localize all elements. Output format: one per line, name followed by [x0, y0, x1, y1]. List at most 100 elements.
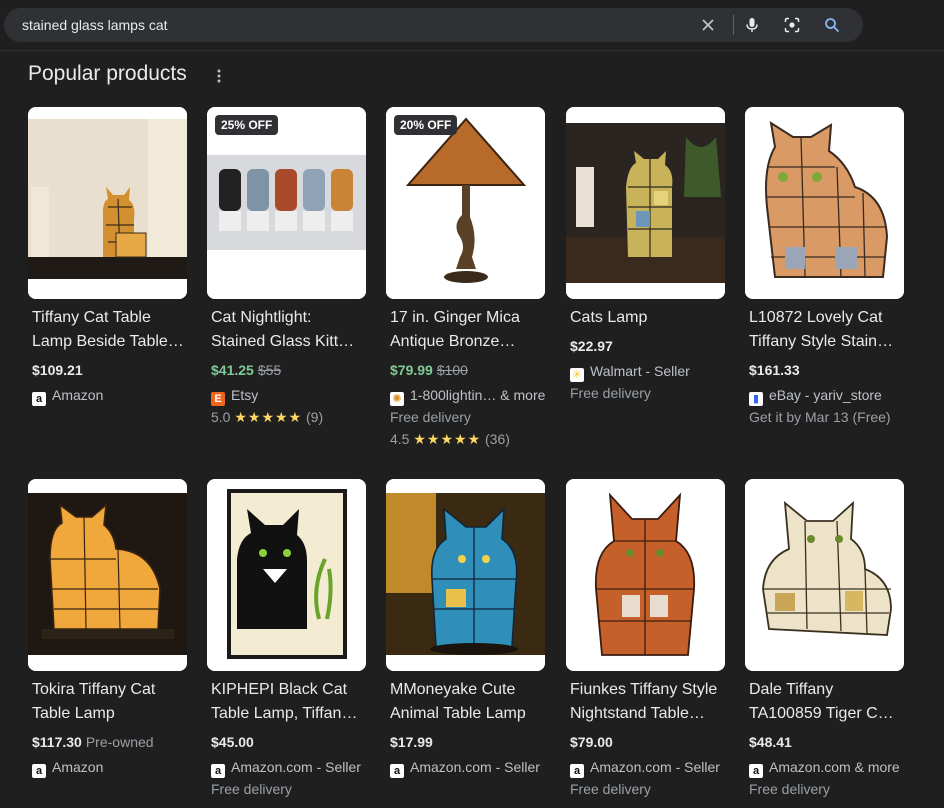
product-title[interactable]: KIPHEPI Black Cat Table Lamp, Tiffan…	[211, 678, 363, 726]
star-rating-icon: ★★★★★	[234, 409, 303, 425]
title-line: Dale Tiffany	[749, 681, 834, 698]
title-line: Tiffany Style Stain…	[749, 333, 894, 350]
price-line: $45.00	[211, 734, 254, 750]
etsy-icon: E	[211, 392, 225, 406]
price: $161.33	[749, 362, 800, 378]
title-line: Cat Nightlight:	[211, 309, 312, 326]
seller-line[interactable]: a Amazon	[32, 759, 103, 778]
seller-name: Amazon.com - Seller	[590, 759, 720, 775]
title-line: Lamp Beside Table…	[32, 333, 184, 350]
title-line: Fiunkes Tiffany Style	[570, 681, 718, 698]
seller-line[interactable]: ▮ eBay - yariv_store	[749, 387, 882, 406]
product-title[interactable]: 17 in. Ginger Mica Antique Bronze…	[390, 306, 542, 354]
seller-name: Amazon.com - Seller	[410, 759, 540, 775]
product-image[interactable]	[28, 479, 187, 671]
product-image[interactable]	[745, 479, 904, 671]
price-line: $161.33	[749, 362, 800, 378]
search-divider	[733, 15, 734, 35]
title-line: Cats Lamp	[570, 309, 648, 326]
product-image[interactable]	[745, 107, 904, 299]
price-line: $17.99	[390, 734, 433, 750]
amazon-icon: a	[32, 764, 46, 778]
original-price: $100	[436, 362, 468, 378]
title-line: 17 in. Ginger Mica	[390, 309, 520, 326]
product-title[interactable]: Tiffany Cat Table Lamp Beside Table…	[32, 306, 184, 354]
ebay-icon: ▮	[749, 392, 763, 406]
price: $79.00	[570, 734, 613, 750]
seller-line[interactable]: a Amazon.com - Seller	[570, 759, 720, 778]
product-title[interactable]: Cat Nightlight: Stained Glass Kitte…	[211, 306, 363, 354]
product-image[interactable]	[386, 479, 545, 671]
product-title[interactable]: MMoneyake Cute Animal Table Lamp	[390, 678, 542, 726]
search-icon[interactable]	[824, 17, 840, 33]
seller-name: eBay - yariv_store	[769, 387, 882, 403]
seller-line[interactable]: a Amazon.com - Seller	[211, 759, 361, 778]
seller-line[interactable]: a Amazon.com & more	[749, 759, 900, 778]
store-logo-icon: ✺	[390, 392, 404, 406]
product-image[interactable]: 20% OFF	[386, 107, 545, 299]
delivery-info: Free delivery	[570, 385, 651, 401]
seller-name: Amazon	[52, 387, 104, 403]
more-options-icon[interactable]	[213, 66, 225, 86]
product-title[interactable]: Cats Lamp	[570, 306, 722, 330]
search-input[interactable]: stained glass lamps cat	[22, 17, 168, 33]
product-image[interactable]	[566, 107, 725, 299]
delivery-info: Free delivery	[390, 409, 471, 425]
title-line: L10872 Lovely Cat	[749, 309, 883, 326]
review-count: (36)	[485, 431, 510, 447]
amazon-icon: a	[211, 764, 225, 778]
original-price: $55	[257, 362, 282, 378]
title-line: Table Lamp, Tiffan…	[211, 705, 358, 722]
rating-line[interactable]: 4.5 ★★★★★ (36)	[390, 431, 510, 448]
search-box[interactable]: stained glass lamps cat	[4, 8, 863, 42]
product-image[interactable]	[566, 479, 725, 671]
product-title[interactable]: Tokira Tiffany Cat Table Lamp	[32, 678, 184, 726]
price: $17.99	[390, 734, 433, 750]
product-title[interactable]: L10872 Lovely Cat Tiffany Style Stain…	[749, 306, 901, 354]
rating-line[interactable]: 5.0 ★★★★★ (9)	[211, 409, 323, 426]
walmart-icon: ✳	[570, 368, 584, 382]
discount-badge: 20% OFF	[394, 115, 458, 135]
price-line: $109.21	[32, 362, 83, 378]
amazon-icon: a	[749, 764, 763, 778]
seller-line[interactable]: E Etsy	[211, 387, 258, 406]
seller-line[interactable]: a Amazon.com - Seller	[390, 759, 540, 778]
rating-value: 5.0	[211, 409, 231, 425]
price-line: $79.99 $100	[390, 362, 468, 378]
product-title[interactable]: Fiunkes Tiffany Style Nightstand Table…	[570, 678, 722, 726]
condition-label: Pre-owned	[85, 734, 154, 750]
title-line: Tokira Tiffany Cat	[32, 681, 156, 698]
lens-icon[interactable]	[784, 17, 800, 33]
title-line: Table Lamp	[32, 705, 115, 722]
price-line: $48.41	[749, 734, 792, 750]
seller-line[interactable]: ✺ 1-800lightin… & more	[390, 387, 545, 406]
seller-name: Amazon.com - Seller	[231, 759, 361, 775]
product-image[interactable]	[207, 479, 366, 671]
sale-price: $79.99	[390, 362, 433, 378]
product-image[interactable]	[28, 107, 187, 299]
title-line: Nightstand Table…	[570, 705, 705, 722]
title-line: Tiffany Cat Table	[32, 309, 151, 326]
seller-name: Amazon	[52, 759, 104, 775]
delivery-info: Free delivery	[570, 781, 651, 797]
title-line: Antique Bronze…	[390, 333, 516, 350]
product-image[interactable]: 25% OFF	[207, 107, 366, 299]
delivery-info: Free delivery	[749, 781, 830, 797]
seller-line[interactable]: a Amazon	[32, 387, 103, 406]
price: $45.00	[211, 734, 254, 750]
title-line: Animal Table Lamp	[390, 705, 526, 722]
delivery-info: Get it by Mar 13 (Free)	[749, 409, 891, 425]
discount-badge: 25% OFF	[215, 115, 279, 135]
mic-icon[interactable]	[744, 17, 760, 33]
delivery-info: Free delivery	[211, 781, 292, 797]
section-title: Popular products	[28, 62, 187, 85]
seller-line[interactable]: ✳ Walmart - Seller	[570, 363, 690, 382]
close-icon[interactable]	[700, 17, 716, 33]
title-line: KIPHEPI Black Cat	[211, 681, 348, 698]
amazon-icon: a	[32, 392, 46, 406]
product-title[interactable]: Dale Tiffany TA100859 Tiger Ca…	[749, 678, 901, 726]
amazon-icon: a	[390, 764, 404, 778]
price: $117.30	[32, 734, 82, 750]
price: $22.97	[570, 338, 613, 354]
price: $109.21	[32, 362, 83, 378]
